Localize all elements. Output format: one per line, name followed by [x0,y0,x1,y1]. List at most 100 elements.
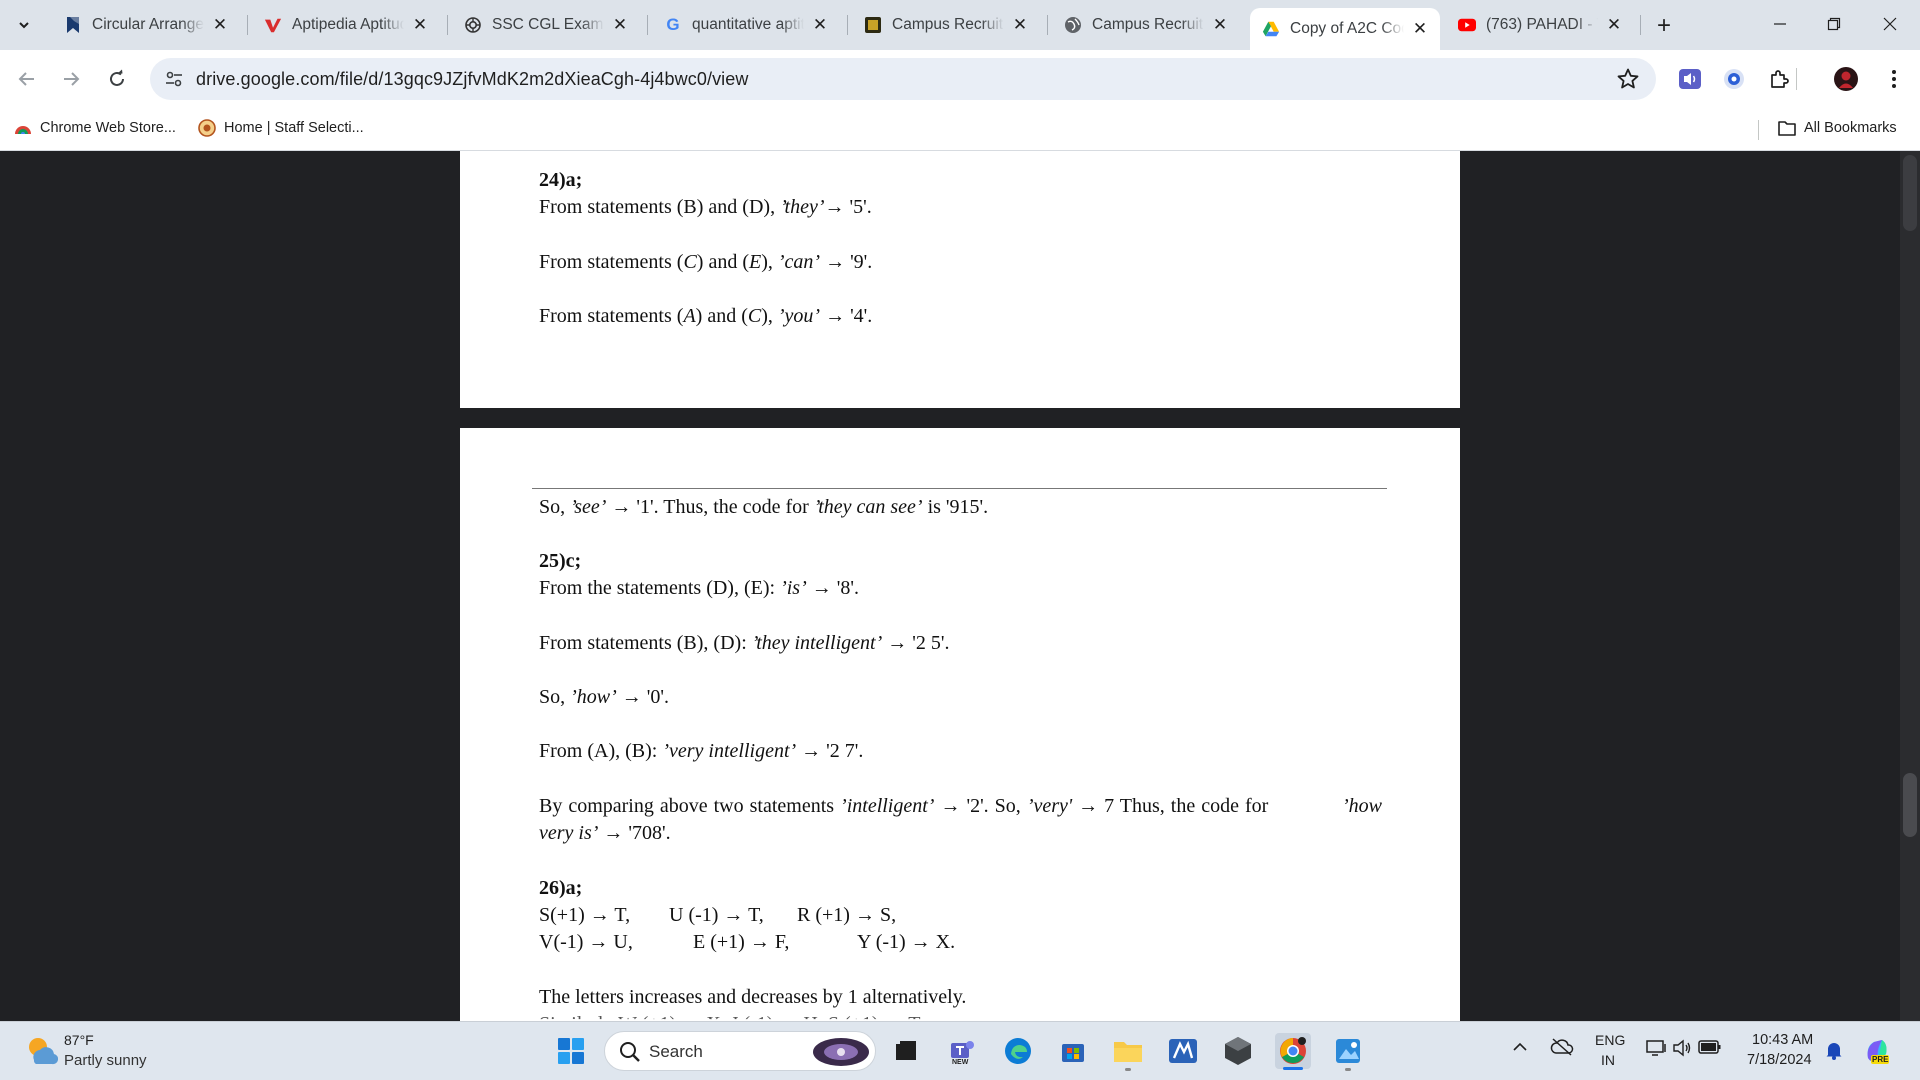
document-page: So, ’see’ → '1'. Thus, the code for ’the… [460,428,1460,1021]
bookmark-label: Home | Staff Selecti... [224,120,364,136]
photos-app-icon[interactable] [1330,1033,1366,1071]
q24-line-3: From statements (A) and (C), ’you’ → '4'… [539,305,873,327]
tab-search-chevron-icon[interactable] [10,11,38,39]
weather-partly-sunny-icon[interactable] [24,1034,59,1071]
close-tab-icon[interactable]: ✕ [1410,19,1430,39]
question-26-heading: 26)a; [539,877,583,899]
bookmark-staff-selection[interactable]: Home | Staff Selecti... [198,119,364,137]
clock-time[interactable]: 10:43 AM [1752,1032,1813,1048]
tab-title: Circular Arrangement [92,16,204,33]
volume-icon[interactable] [1672,1039,1692,1062]
copilot-icon[interactable]: PRE [1862,1036,1892,1071]
close-tab-icon[interactable]: ✕ [1210,15,1230,35]
tab-aptipedia[interactable]: Aptipedia Aptitude ✕ [252,8,440,42]
question-24-heading: 24)a; [539,169,583,191]
document-page: 24)a; From statements (B) and (D), ’they… [460,151,1460,408]
task-view-icon[interactable] [888,1033,924,1069]
read-aloud-extension-icon[interactable] [1674,63,1706,95]
close-tab-icon[interactable]: ✕ [810,15,830,35]
back-button[interactable] [12,64,42,94]
campus-icon [864,16,882,34]
forward-button[interactable] [56,64,86,94]
windows-start-icon[interactable] [553,1033,589,1069]
minimize-button[interactable] [1752,0,1808,48]
language-region: IN [1601,1052,1615,1068]
q26-explanation: The letters increases and decreases by 1… [539,986,967,1008]
chatgpt-icon [464,16,482,34]
tab-title: Campus Recruitment [892,16,1004,33]
close-tab-icon[interactable]: ✕ [1010,15,1030,35]
scrollbar-thumb-top[interactable] [1903,155,1917,231]
q26-row-2-col-2: E (+1) → F, [693,931,790,953]
tab-quantitative-aptitude[interactable]: G quantitative aptitude ✕ [652,8,840,42]
teams-icon[interactable]: NEW [944,1033,980,1069]
tab-campus-recruitment-1[interactable]: Campus Recruitment ✕ [852,8,1040,42]
ssc-emblem-icon [198,119,216,137]
running-indicator [1345,1068,1351,1071]
cube-app-icon[interactable] [1220,1033,1256,1069]
q24-line-2: From statements (C) and (E), ’can’ → '9'… [539,251,873,273]
q25-line-5: By comparing above two statements ’intel… [539,795,1382,817]
address-bar[interactable]: drive.google.com/file/d/13gqc9JZjfvMdK2m… [150,58,1656,100]
file-explorer-icon[interactable] [1110,1033,1146,1071]
reload-button[interactable] [102,64,132,94]
scrollbar-thumb[interactable] [1903,773,1917,837]
folder-icon [1778,119,1796,137]
restore-button[interactable] [1806,0,1862,48]
tab-strip: Circular Arrangement ✕ Aptipedia Aptitud… [0,0,1920,50]
close-tab-icon[interactable]: ✕ [1604,15,1624,35]
onedrive-offline-icon[interactable] [1550,1037,1574,1062]
close-window-button[interactable] [1862,0,1918,48]
viewer-scrollbar[interactable] [1900,151,1920,1021]
close-tab-icon[interactable]: ✕ [210,15,230,35]
all-bookmarks-button[interactable]: All Bookmarks [1778,119,1897,137]
taskbar-search[interactable]: Search [604,1031,876,1071]
clock-date[interactable]: 7/18/2024 [1747,1052,1812,1068]
active-indicator [1283,1067,1303,1070]
show-hidden-icons-chevron-icon[interactable] [1512,1040,1528,1058]
bookmark-star-icon[interactable] [1616,67,1640,96]
profile-avatar[interactable] [1830,63,1862,95]
q25-line-6: very is’ → '708'. [539,822,671,844]
google-icon: G [666,15,680,34]
tab-title: quantitative aptitude [692,16,804,33]
new-tab-button[interactable]: + [1650,12,1678,40]
aptipedia-icon [264,16,282,34]
bookmark-icon [64,16,82,34]
new-badge: NEW [952,1059,969,1066]
q26-row-2-col-1: V(-1) → U, [539,931,633,953]
tab-title: Aptipedia Aptitude [292,16,404,33]
edge-icon[interactable] [1000,1033,1036,1069]
tab-campus-recruitment-2[interactable]: Campus Recruitment ✕ [1052,8,1240,42]
language-indicator[interactable]: ENG [1595,1032,1625,1048]
network-icon[interactable] [1646,1039,1668,1062]
windows-taskbar: 87°F Partly sunny Search NEW ENG IN 10:4… [0,1021,1920,1080]
site-settings-icon[interactable] [164,69,184,94]
notification-bell-icon[interactable] [1826,1040,1842,1065]
tab-title: Campus Recruitment [1092,16,1204,33]
close-tab-icon[interactable]: ✕ [610,15,630,35]
tab-youtube-pahadi[interactable]: (763) PAHADI - T ✕ [1446,8,1634,42]
see-code-line: So, ’see’ → '1'. Thus, the code for ’the… [539,496,989,518]
microsoft-store-icon[interactable] [1055,1033,1091,1069]
q25-line-1: From the statements (D), (E): ’is’ → '8'… [539,577,859,599]
google-drive-icon [1262,20,1280,38]
pdf-viewer[interactable]: 24)a; From statements (B) and (D), ’they… [0,151,1920,1021]
screen-recorder-extension-icon[interactable] [1718,63,1750,95]
extensions-puzzle-icon[interactable] [1764,63,1796,95]
chrome-taskbar-icon[interactable] [1275,1033,1311,1070]
url-text[interactable]: drive.google.com/file/d/13gqc9JZjfvMdK2m… [196,69,748,90]
chrome-menu-icon[interactable] [1878,63,1910,95]
tab-ssc-cgl-exam[interactable]: SSC CGL Exam Online ✕ [452,8,640,42]
q25-line-3: So, ’how’ → '0'. [539,686,670,708]
tab-copy-of-a2c-coding[interactable]: Copy of A2C Coding ✕ [1250,8,1440,50]
tab-circular-arrangement[interactable]: Circular Arrangement ✕ [52,8,240,42]
pre-badge: PRE [1871,1055,1890,1064]
battery-icon[interactable] [1698,1039,1722,1060]
q26-cut-off-line: Similarly W (+1) → X, J (-1) → H, S (+1)… [539,1011,924,1019]
weather-temperature: 87°F [64,1032,94,1048]
bookmark-chrome-web-store[interactable]: Chrome Web Store... [14,119,176,137]
weather-description: Partly sunny [64,1052,147,1069]
app-launcher-icon[interactable] [1165,1033,1201,1069]
close-tab-icon[interactable]: ✕ [410,15,430,35]
